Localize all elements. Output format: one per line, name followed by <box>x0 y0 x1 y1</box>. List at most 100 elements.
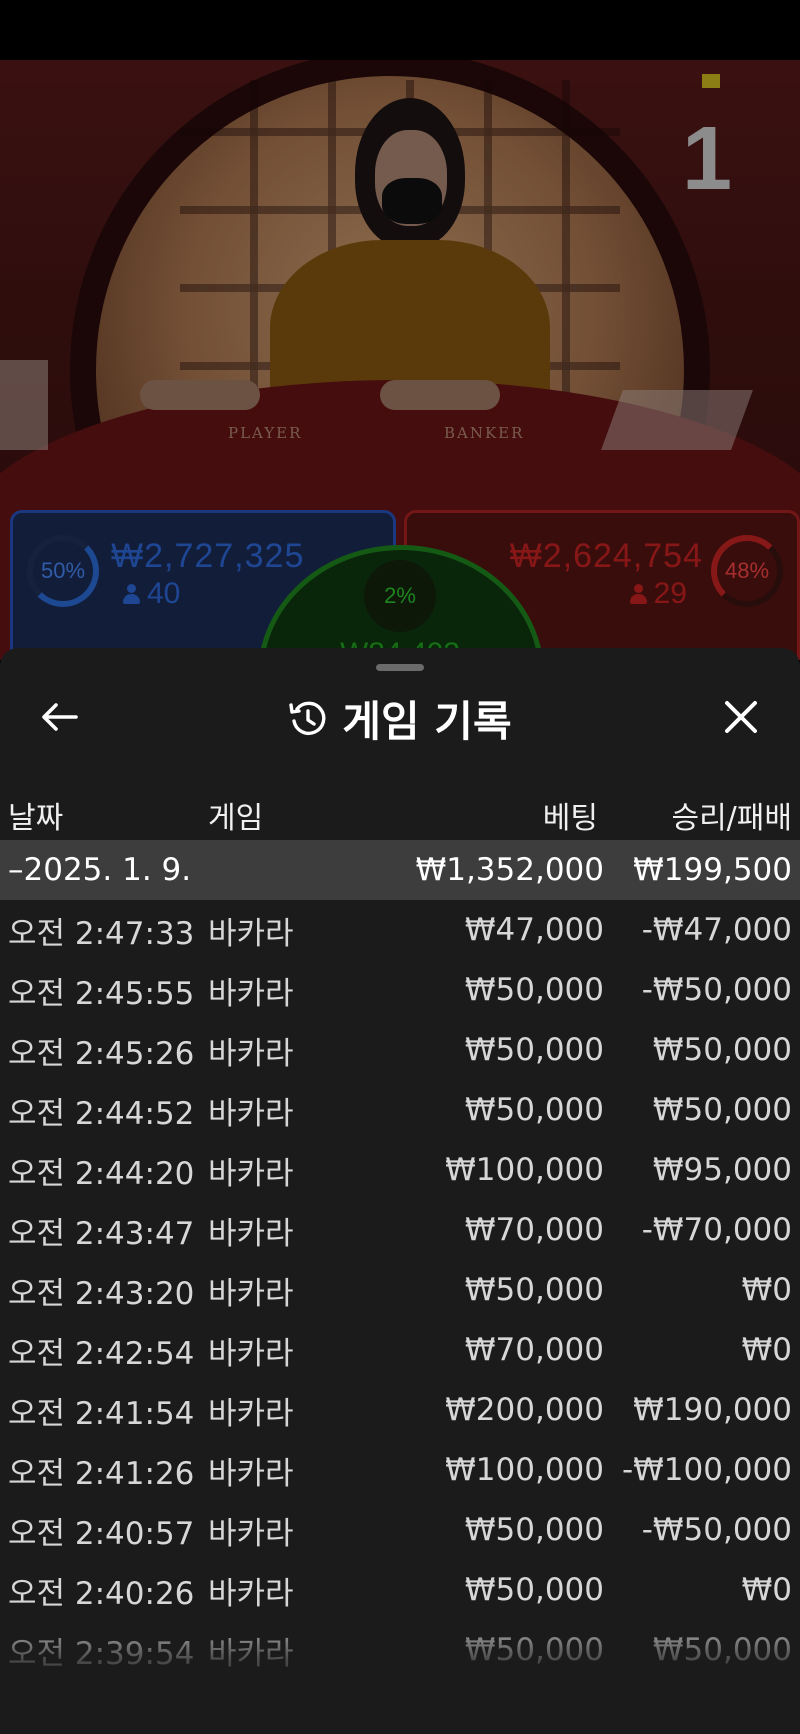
dealer-arm-right <box>380 380 500 410</box>
row-bet: ₩50,000 <box>464 1572 604 1608</box>
close-button[interactable] <box>716 692 766 742</box>
row-time: 오전 2:47:33 <box>8 915 195 952</box>
summary-bet-total: ₩1,352,000 <box>415 852 604 888</box>
history-row[interactable]: 오전 2:43:47 바카라 ₩70,000 -₩70,000 <box>0 1200 800 1260</box>
summary-win-loss-total: ₩199,500 <box>633 852 792 888</box>
dealer-arm-left <box>140 380 260 410</box>
row-time: 오전 2:42:54 <box>8 1335 195 1372</box>
row-time: 오전 2:40:26 <box>8 1575 195 1612</box>
sheet-header: 게임 기록 <box>0 688 800 749</box>
row-time: 오전 2:39:54 <box>8 1635 195 1672</box>
row-result: ₩190,000 <box>633 1392 792 1428</box>
row-result: ₩0 <box>741 1572 792 1608</box>
row-game: 바카라 <box>208 1095 294 1132</box>
row-result: -₩47,000 <box>641 912 792 948</box>
close-icon <box>725 701 757 733</box>
player-bettor-count-wrap: 40 <box>123 577 180 611</box>
row-time: 오전 2:43:47 <box>8 1215 195 1252</box>
history-row[interactable]: 오전 2:42:54 바카라 ₩70,000 ₩0 <box>0 1320 800 1380</box>
row-game: 바카라 <box>208 915 294 952</box>
history-row[interactable]: 오전 2:44:52 바카라 ₩50,000 ₩50,000 <box>0 1080 800 1140</box>
history-row[interactable]: 오전 2:41:26 바카라 ₩100,000 -₩100,000 <box>0 1440 800 1500</box>
banker-percent-ring: 48% <box>711 535 783 607</box>
row-bet: ₩200,000 <box>445 1392 604 1428</box>
tie-percent: 2% <box>384 583 416 608</box>
sheet-title: 게임 기록 <box>342 697 512 746</box>
column-header-bet[interactable]: 베팅 <box>543 790 598 840</box>
player-percent: 50% <box>40 558 86 583</box>
round-number: 1 <box>681 109 732 209</box>
row-game: 바카라 <box>208 1515 294 1552</box>
row-result: -₩70,000 <box>641 1212 792 1248</box>
row-game: 바카라 <box>208 1575 294 1612</box>
card-shoe-right <box>601 390 753 450</box>
row-bet: ₩50,000 <box>464 1272 604 1308</box>
date-group-summary-row[interactable]: –2025. 1. 9. ₩1,352,000 ₩199,500 <box>0 840 800 900</box>
row-game: 바카라 <box>208 1635 294 1672</box>
history-row[interactable]: 오전 2:39:54 바카라 ₩50,000 ₩50,000 <box>0 1620 800 1680</box>
row-bet: ₩50,000 <box>464 972 604 1008</box>
dealer-mask <box>382 178 442 224</box>
row-result: ₩50,000 <box>652 1632 792 1668</box>
history-row[interactable]: 오전 2:47:33 바카라 ₩47,000 -₩47,000 <box>0 900 800 960</box>
table-label-banker: BANKER <box>444 424 525 442</box>
history-row[interactable]: 오전 2:45:55 바카라 ₩50,000 -₩50,000 <box>0 960 800 1020</box>
row-game: 바카라 <box>208 1455 294 1492</box>
history-list: 오전 2:47:33 바카라 ₩47,000 -₩47,000 오전 2:45:… <box>0 900 800 1680</box>
row-time: 오전 2:41:26 <box>8 1455 195 1492</box>
history-row[interactable]: 오전 2:43:20 바카라 ₩50,000 ₩0 <box>0 1260 800 1320</box>
row-game: 바카라 <box>208 1395 294 1432</box>
row-game: 바카라 <box>208 1335 294 1372</box>
row-game: 바카라 <box>208 1275 294 1312</box>
column-header-win-loss[interactable]: 승리/패배 <box>671 790 792 840</box>
game-history-sheet: 게임 기록 날짜 게임 베팅 승리/패배 –2025. 1. 9. ₩1,352… <box>0 648 800 1734</box>
drag-handle[interactable] <box>376 664 424 671</box>
history-row[interactable]: 오전 2:44:20 바카라 ₩100,000 ₩95,000 <box>0 1140 800 1200</box>
banker-percent: 48% <box>724 558 770 583</box>
row-time: 오전 2:44:52 <box>8 1095 195 1132</box>
card-shoe-left <box>0 360 48 450</box>
row-game: 바카라 <box>208 1155 294 1192</box>
history-row[interactable]: 오전 2:45:26 바카라 ₩50,000 ₩50,000 <box>0 1020 800 1080</box>
row-game: 바카라 <box>208 1035 294 1072</box>
column-header-game[interactable]: 게임 <box>208 790 263 840</box>
history-icon <box>289 701 326 735</box>
row-time: 오전 2:44:20 <box>8 1155 195 1192</box>
flag-icon <box>702 74 720 88</box>
column-header-date[interactable]: 날짜 <box>8 790 63 840</box>
row-result: ₩0 <box>741 1272 792 1308</box>
player-bettor-count: 40 <box>147 577 181 610</box>
row-time: 오전 2:41:54 <box>8 1395 195 1432</box>
row-time: 오전 2:45:55 <box>8 975 195 1012</box>
history-row[interactable]: 오전 2:41:54 바카라 ₩200,000 ₩190,000 <box>0 1380 800 1440</box>
row-result: -₩50,000 <box>641 972 792 1008</box>
row-result: ₩95,000 <box>652 1152 792 1188</box>
row-result: -₩50,000 <box>641 1512 792 1548</box>
person-icon <box>123 584 140 604</box>
row-bet: ₩50,000 <box>464 1032 604 1068</box>
history-row[interactable]: 오전 2:40:26 바카라 ₩50,000 ₩0 <box>0 1560 800 1620</box>
history-row[interactable]: 오전 2:40:57 바카라 ₩50,000 -₩50,000 <box>0 1500 800 1560</box>
status-bar <box>0 0 800 60</box>
row-result: ₩50,000 <box>652 1092 792 1128</box>
row-time: 오전 2:45:26 <box>8 1035 195 1072</box>
row-game: 바카라 <box>208 975 294 1012</box>
table-label-player: PLAYER <box>228 424 303 442</box>
row-bet: ₩50,000 <box>464 1512 604 1548</box>
row-time: 오전 2:43:20 <box>8 1275 195 1312</box>
row-game: 바카라 <box>208 1215 294 1252</box>
summary-date: –2025. 1. 9. <box>8 852 192 888</box>
row-result: ₩50,000 <box>652 1032 792 1068</box>
banker-bettor-count-wrap: 29 <box>629 577 687 611</box>
banker-bettor-count: 29 <box>653 577 687 610</box>
row-result: -₩100,000 <box>621 1452 792 1488</box>
row-result: ₩0 <box>741 1332 792 1368</box>
player-bet-amount: ₩2,727,325 <box>111 537 305 575</box>
row-bet: ₩50,000 <box>464 1092 604 1128</box>
row-bet: ₩70,000 <box>464 1212 604 1248</box>
row-bet: ₩100,000 <box>445 1452 604 1488</box>
player-percent-ring: 50% <box>27 535 99 607</box>
row-bet: ₩47,000 <box>464 912 604 948</box>
tie-percent-ring: 2% <box>364 560 436 632</box>
row-bet: ₩70,000 <box>464 1332 604 1368</box>
